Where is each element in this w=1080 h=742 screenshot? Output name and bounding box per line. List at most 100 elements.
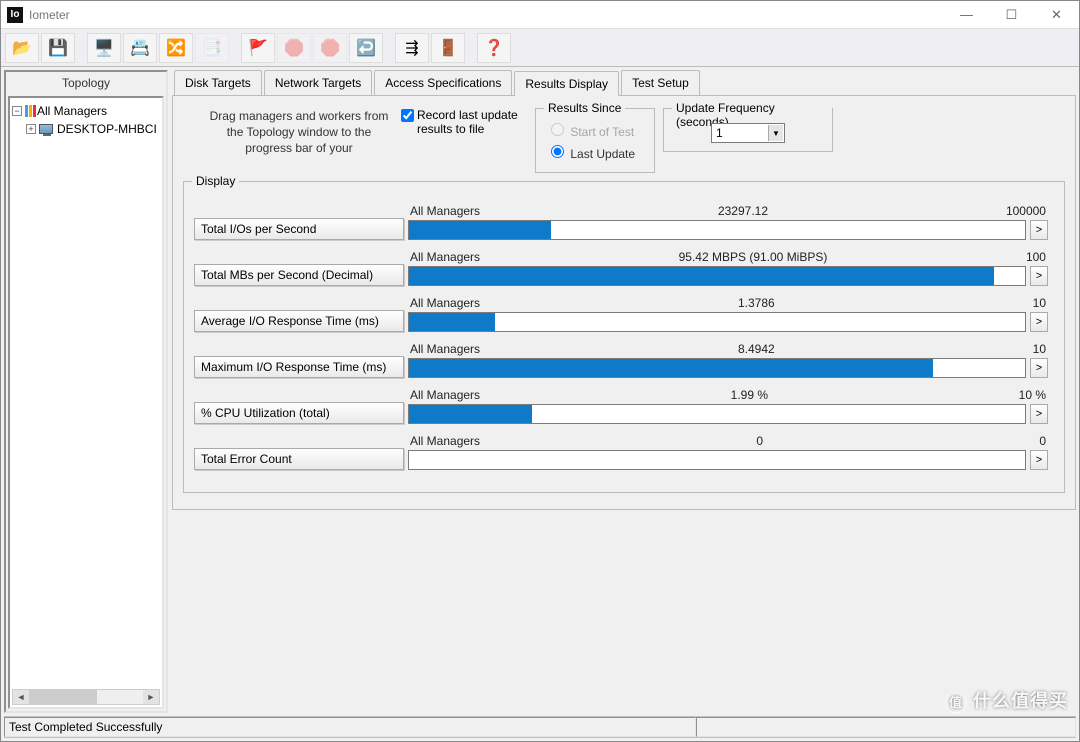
chevron-down-icon: ▼ bbox=[768, 125, 783, 141]
metric-label-button[interactable]: Total Error Count bbox=[194, 448, 404, 470]
metric-label-button[interactable]: Maximum I/O Response Time (ms) bbox=[194, 356, 404, 378]
tab-access-specifications[interactable]: Access Specifications bbox=[374, 70, 512, 95]
tab-test-setup[interactable]: Test Setup bbox=[621, 70, 700, 95]
metric-scope: All Managers bbox=[410, 342, 480, 356]
titlebar: Io Iometer — ☐ ✕ bbox=[1, 1, 1079, 29]
results-display-page: Drag managers and workers from the Topol… bbox=[172, 95, 1076, 510]
close-button[interactable]: ✕ bbox=[1034, 1, 1079, 29]
progress-track[interactable] bbox=[408, 450, 1026, 470]
tree-root-label: All Managers bbox=[37, 102, 107, 120]
computer-icon bbox=[39, 124, 53, 134]
stop-all-icon: 🛑 bbox=[313, 33, 347, 63]
status-right bbox=[696, 717, 1076, 737]
status-text: Test Completed Successfully bbox=[4, 717, 696, 737]
net-worker-icon[interactable]: 🔀 bbox=[159, 33, 193, 63]
metric-more-button[interactable]: > bbox=[1030, 358, 1048, 378]
metric-max: 100000 bbox=[1006, 204, 1046, 218]
worker-icon[interactable]: 📇 bbox=[123, 33, 157, 63]
metric-scope: All Managers bbox=[410, 250, 480, 264]
metric-max: 10 bbox=[1033, 296, 1046, 310]
metric-more-button[interactable]: > bbox=[1030, 450, 1048, 470]
update-frequency-select[interactable]: 1 ▼ bbox=[711, 123, 785, 143]
statusbar: Test Completed Successfully bbox=[4, 716, 1076, 738]
metric-more-button[interactable]: > bbox=[1030, 404, 1048, 424]
metric-label-button[interactable]: Average I/O Response Time (ms) bbox=[194, 310, 404, 332]
progress-fill bbox=[409, 359, 933, 377]
rs-start-radio bbox=[551, 123, 564, 136]
update-frequency-group: Update Frequency (seconds) 1 ▼ bbox=[663, 108, 833, 152]
record-label: Record last update results to file bbox=[417, 108, 527, 136]
metric-value: 1.99 % bbox=[731, 388, 768, 402]
metric-max: 10 bbox=[1033, 342, 1046, 356]
tree-node-label: DESKTOP-MHBCI bbox=[57, 120, 157, 138]
rs-start-label: Start of Test bbox=[570, 125, 634, 139]
metric-label-button[interactable]: % CPU Utilization (total) bbox=[194, 402, 404, 424]
metric-more-button[interactable]: > bbox=[1030, 312, 1048, 332]
tabs: Disk Targets Network Targets Access Spec… bbox=[172, 70, 1076, 95]
window-title: Iometer bbox=[29, 8, 70, 22]
topology-tree[interactable]: − All Managers + DESKTOP-MHBCI ◄► bbox=[8, 96, 164, 709]
metric-max: 10 % bbox=[1019, 388, 1046, 402]
maximize-button[interactable]: ☐ bbox=[989, 1, 1034, 29]
record-checkbox[interactable] bbox=[401, 109, 414, 122]
topology-panel: Topology − All Managers + DESKTOP-MHBCI … bbox=[4, 70, 168, 713]
metric-value: 23297.12 bbox=[718, 204, 768, 218]
results-since-group: Results Since Start of Test Last Update bbox=[535, 108, 655, 173]
progress-fill bbox=[409, 267, 994, 285]
progress-track[interactable] bbox=[408, 404, 1026, 424]
reset-icon[interactable]: ↩️ bbox=[349, 33, 383, 63]
metric-label-button[interactable]: Total MBs per Second (Decimal) bbox=[194, 264, 404, 286]
metric-row: Maximum I/O Response Time (ms) All Manag… bbox=[194, 342, 1048, 378]
progress-fill bbox=[409, 405, 532, 423]
progress-track[interactable] bbox=[408, 220, 1026, 240]
manager-icon[interactable]: 🖥️ bbox=[87, 33, 121, 63]
start-flag-icon[interactable]: 🚩 bbox=[241, 33, 275, 63]
metric-value: 1.3786 bbox=[738, 296, 775, 310]
progress-track[interactable] bbox=[408, 358, 1026, 378]
progress-fill bbox=[409, 313, 495, 331]
progress-track[interactable] bbox=[408, 266, 1026, 286]
open-icon[interactable]: 📂 bbox=[5, 33, 39, 63]
minimize-button[interactable]: — bbox=[944, 1, 989, 29]
metric-row: Total I/Os per Second All Managers 23297… bbox=[194, 204, 1048, 240]
tab-network-targets[interactable]: Network Targets bbox=[264, 70, 372, 95]
metric-scope: All Managers bbox=[410, 296, 480, 310]
metric-value: 0 bbox=[756, 434, 763, 448]
progress-track[interactable] bbox=[408, 312, 1026, 332]
exit-icon[interactable]: 🚪 bbox=[431, 33, 465, 63]
rs-last-radio[interactable] bbox=[551, 145, 564, 158]
drag-instructions: Drag managers and workers from the Topol… bbox=[209, 108, 389, 156]
toggle-a-icon[interactable]: ⇶ bbox=[395, 33, 429, 63]
managers-icon bbox=[25, 105, 37, 117]
metric-scope: All Managers bbox=[410, 434, 480, 448]
tab-disk-targets[interactable]: Disk Targets bbox=[174, 70, 262, 95]
metric-row: Total MBs per Second (Decimal) All Manag… bbox=[194, 250, 1048, 286]
tree-root[interactable]: − All Managers bbox=[12, 102, 160, 120]
help-icon[interactable]: ❓ bbox=[477, 33, 511, 63]
metric-more-button[interactable]: > bbox=[1030, 266, 1048, 286]
tree-node[interactable]: + DESKTOP-MHBCI bbox=[12, 120, 160, 138]
stop-icon: 🛑 bbox=[277, 33, 311, 63]
metric-label-button[interactable]: Total I/Os per Second bbox=[194, 218, 404, 240]
progress-fill bbox=[409, 221, 551, 239]
metric-row: % CPU Utilization (total) All Managers 1… bbox=[194, 388, 1048, 424]
app-icon: Io bbox=[7, 7, 23, 23]
duplicate-icon: 📑 bbox=[195, 33, 229, 63]
metric-value: 8.4942 bbox=[738, 342, 775, 356]
tab-results-display[interactable]: Results Display bbox=[514, 71, 619, 96]
topology-title: Topology bbox=[6, 72, 166, 94]
rs-last-label: Last Update bbox=[570, 147, 635, 161]
display-group: Display Total I/Os per Second All Manage… bbox=[183, 181, 1065, 493]
metric-scope: All Managers bbox=[410, 388, 480, 402]
save-icon[interactable]: 💾 bbox=[41, 33, 75, 63]
metric-value: 95.42 MBPS (91.00 MiBPS) bbox=[679, 250, 828, 264]
tree-scrollbar[interactable]: ◄► bbox=[12, 689, 160, 705]
display-legend: Display bbox=[192, 174, 239, 188]
metric-row: Total Error Count All Managers 0 0 > bbox=[194, 434, 1048, 470]
metric-max: 100 bbox=[1026, 250, 1046, 264]
toolbar: 📂 💾 🖥️ 📇 🔀 📑 🚩 🛑 🛑 ↩️ ⇶ 🚪 ❓ bbox=[1, 29, 1079, 67]
metric-more-button[interactable]: > bbox=[1030, 220, 1048, 240]
results-since-legend: Results Since bbox=[544, 101, 625, 115]
metric-row: Average I/O Response Time (ms) All Manag… bbox=[194, 296, 1048, 332]
metric-max: 0 bbox=[1039, 434, 1046, 448]
